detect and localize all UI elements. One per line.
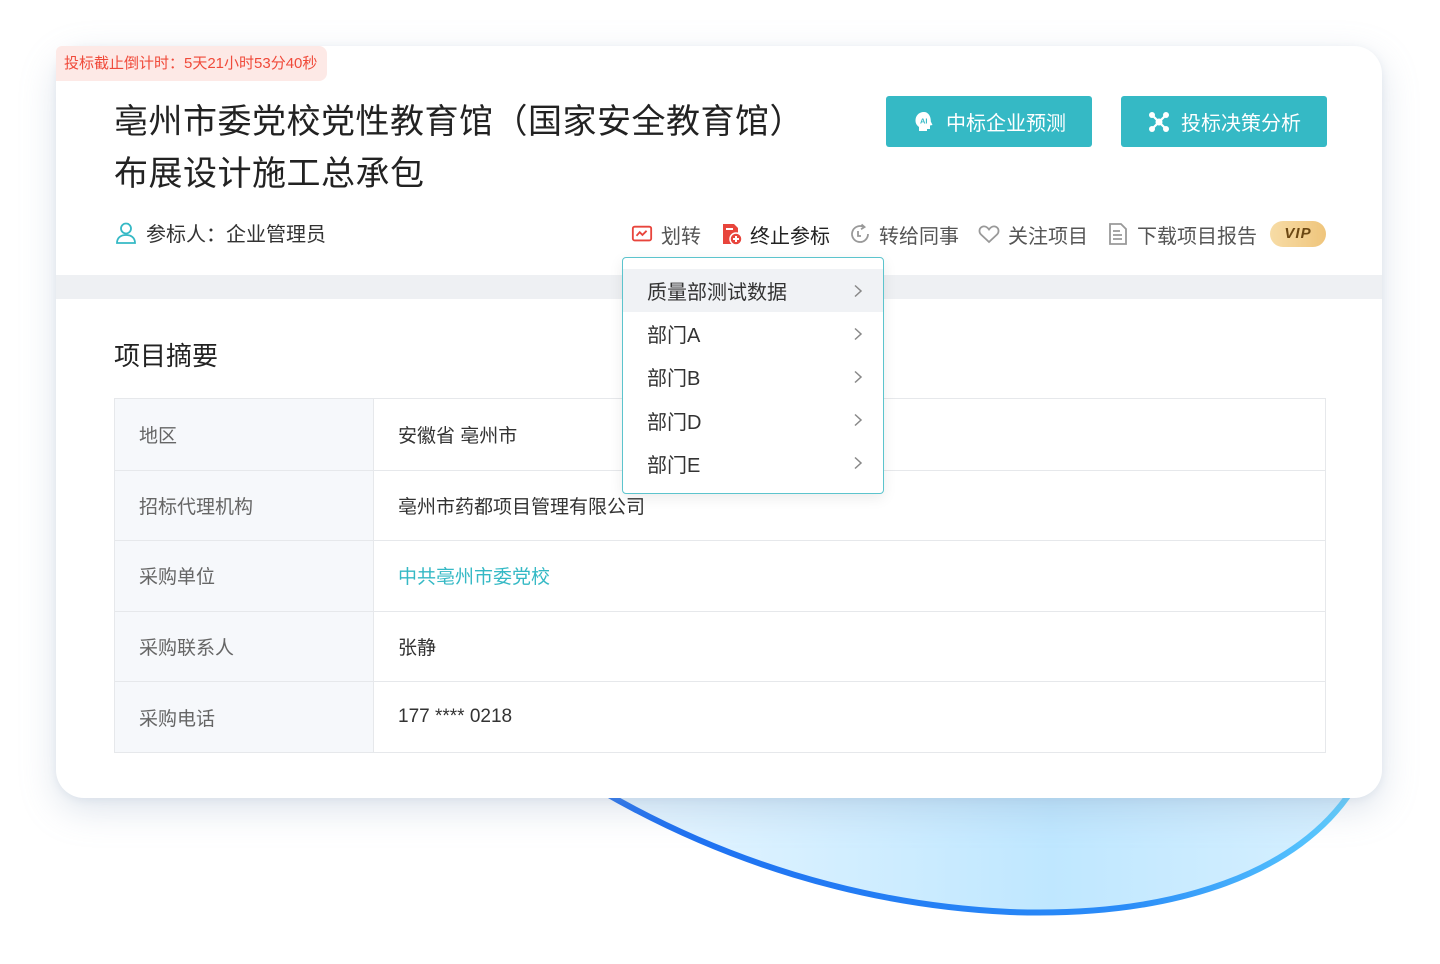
title-line-2: 布展设计施工总承包 [114, 155, 425, 193]
vip-badge: VIP [1270, 221, 1326, 247]
table-row: 采购电话 177 **** 0218 [115, 681, 1325, 752]
row-key: 地区 [115, 399, 374, 470]
bid-analysis-label: 投标决策分析 [1181, 113, 1301, 135]
page-title: 亳州市委党校党性教育馆（国家安全教育馆） 布展设计施工总承包 [114, 96, 834, 200]
department-dropdown-menu: 质量部测试数据 部门A 部门B 部门D 部门E [622, 257, 884, 494]
row-key: 采购单位 [115, 541, 374, 611]
chevron-right-icon [851, 370, 865, 384]
follow-action[interactable]: 关注项目 [977, 220, 1088, 249]
transfer-icon [630, 222, 654, 246]
transfer-label: 划转 [661, 225, 701, 248]
stop-bid-action[interactable]: 终止参标 [719, 220, 830, 249]
dropdown-item-label: 部门B [647, 368, 701, 391]
forward-action[interactable]: 转给同事 [848, 220, 959, 249]
row-key: 采购电话 [115, 682, 374, 752]
row-key: 招标代理机构 [115, 470, 374, 541]
participant-info: 参标人：企业管理员 [114, 218, 326, 247]
chevron-right-icon [851, 284, 865, 298]
summary-section-title: 项目摘要 [114, 341, 219, 371]
project-actions: 划转 终止参标 转给同事 关注项目 下载项目报告 VIP [612, 216, 1326, 252]
dropdown-item-label: 部门E [647, 454, 701, 477]
chevron-right-icon [851, 413, 865, 427]
table-row: 采购单位 中共亳州市委党校 [115, 540, 1325, 611]
ai-bulb-icon: AI [912, 110, 936, 134]
title-line-1: 亳州市委党校党性教育馆（国家安全教育馆） [114, 103, 804, 141]
stop-bid-label: 终止参标 [750, 225, 830, 248]
participant-label: 参标人：企业管理员 [146, 224, 326, 246]
purchaser-link[interactable]: 中共亳州市委党校 [374, 541, 1325, 611]
dropdown-item-dept-d[interactable]: 部门D [623, 399, 883, 442]
dropdown-item-label: 质量部测试数据 [647, 282, 787, 305]
row-key: 采购联系人 [115, 611, 374, 682]
chevron-right-icon [851, 327, 865, 341]
stop-bid-icon [719, 222, 743, 246]
predict-winner-label: 中标企业预测 [946, 113, 1066, 135]
network-icon [1147, 110, 1171, 134]
download-report-label: 下载项目报告 [1137, 225, 1257, 248]
svg-text:AI: AI [920, 116, 928, 125]
report-icon [1106, 222, 1130, 246]
dropdown-item-label: 部门D [647, 411, 702, 434]
dropdown-item-dept-e[interactable]: 部门E [623, 442, 883, 485]
row-value: 张静 [398, 638, 437, 660]
follow-label: 关注项目 [1008, 225, 1088, 248]
bid-countdown-badge: 投标截止倒计时：5天21小时53分40秒 [56, 46, 328, 81]
dropdown-item-label: 部门A [647, 325, 701, 348]
bid-analysis-button[interactable]: 投标决策分析 [1121, 96, 1327, 147]
predict-winner-button[interactable]: AI 中标企业预测 [886, 96, 1092, 147]
dropdown-item-dept-b[interactable]: 部门B [623, 355, 883, 398]
table-row: 采购联系人 张静 [115, 610, 1325, 682]
forward-label: 转给同事 [879, 225, 959, 248]
heart-icon [977, 222, 1001, 246]
row-value: 177 **** 0218 [398, 706, 513, 728]
chevron-right-icon [851, 456, 865, 470]
dropdown-item-quality-test[interactable]: 质量部测试数据 [623, 269, 883, 313]
download-report-action[interactable]: 下载项目报告 VIP [1106, 220, 1326, 249]
forward-icon [848, 222, 872, 246]
dropdown-item-dept-a[interactable]: 部门A [623, 312, 883, 355]
transfer-action[interactable]: 划转 [630, 220, 701, 249]
user-icon [114, 220, 138, 246]
